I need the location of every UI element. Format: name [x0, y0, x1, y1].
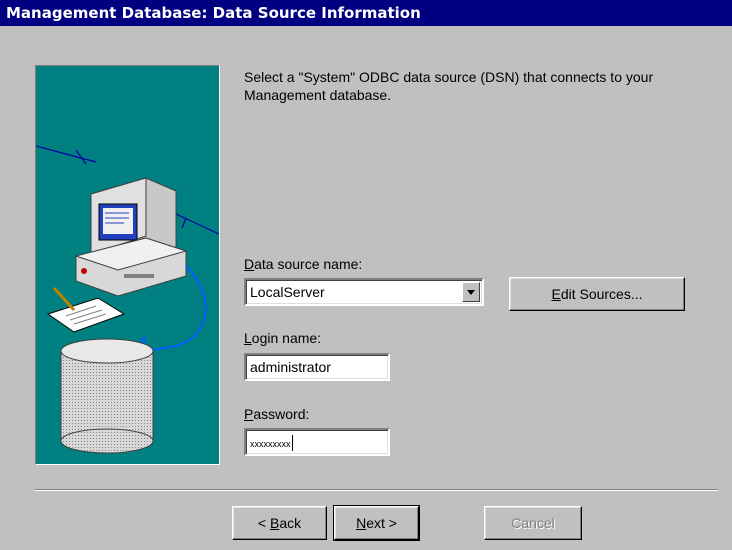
- dsn-value: LocalServer: [250, 284, 325, 300]
- separator: [35, 489, 718, 491]
- back-prefix: <: [257, 515, 270, 531]
- chevron-down-icon[interactable]: [462, 282, 480, 302]
- wizard-illustration: [35, 65, 220, 465]
- next-label: ext >: [366, 515, 397, 531]
- back-button[interactable]: < Back: [232, 506, 327, 540]
- illustration-svg: [36, 145, 219, 454]
- computer-icon: [74, 177, 188, 297]
- login-label: Login name:: [244, 330, 321, 346]
- next-mnemonic: N: [356, 515, 367, 531]
- cancel-button[interactable]: Cancel: [484, 506, 582, 540]
- back-label: ack: [279, 515, 302, 531]
- login-label-text: ogin name:: [251, 330, 322, 346]
- password-label-text: assword:: [253, 406, 310, 422]
- edit-sources-label: dit Sources...: [560, 286, 643, 302]
- dsn-combobox[interactable]: LocalServer: [244, 278, 484, 306]
- login-value: administrator: [250, 359, 331, 375]
- password-field[interactable]: xxxxxxxxx: [244, 428, 390, 456]
- back-mnemonic: B: [269, 515, 280, 531]
- password-label: Password:: [244, 406, 309, 422]
- login-name-field[interactable]: administrator: [244, 353, 390, 381]
- edit-sources-mnemonic: E: [551, 286, 561, 302]
- login-label-mnemonic: L: [244, 330, 252, 346]
- edit-sources-button[interactable]: Edit Sources...: [509, 277, 685, 311]
- dsn-label-mnemonic: D: [244, 256, 255, 272]
- database-icon: [60, 338, 154, 454]
- password-label-mnemonic: P: [244, 406, 254, 422]
- dsn-label-text: ata source name:: [254, 256, 363, 272]
- text-caret: [291, 435, 293, 452]
- cancel-label: Cancel: [511, 515, 555, 531]
- dsn-label: Data source name:: [244, 256, 362, 272]
- next-button[interactable]: Next >: [333, 505, 420, 541]
- window-title: Management Database: Data Source Informa…: [6, 4, 421, 22]
- password-mask: xxxxxxxxx: [250, 439, 291, 449]
- title-bar[interactable]: Management Database: Data Source Informa…: [0, 0, 732, 26]
- description-text: Select a "System" ODBC data source (DSN)…: [244, 69, 654, 103]
